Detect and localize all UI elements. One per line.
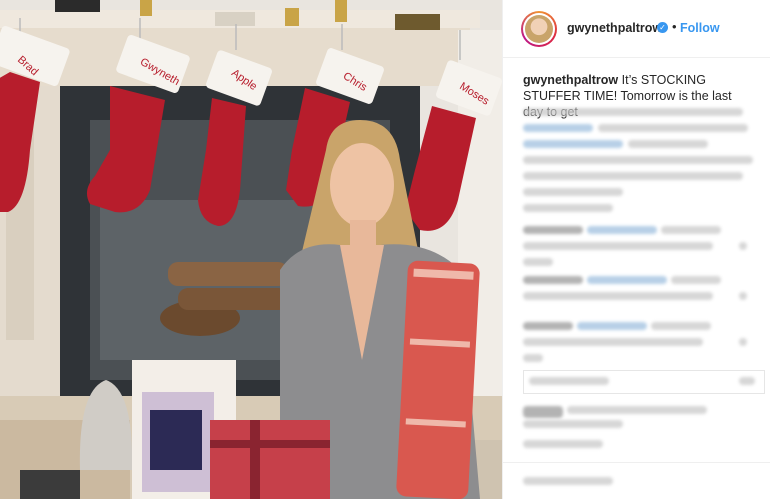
caption-username[interactable]: gwynethpaltrow (523, 73, 618, 87)
follow-button[interactable]: Follow (680, 21, 720, 35)
header-separator: • (672, 19, 677, 34)
photo-illustration (0, 0, 502, 499)
post-side-panel: gwynethpaltrow ✓ • Follow gwynethpaltrow… (502, 0, 770, 499)
post-photo: Brad Gwyneth Apple Chris Moses (0, 0, 502, 499)
post-header: gwynethpaltrow ✓ • Follow (503, 0, 770, 58)
username-link[interactable]: gwynethpaltrow (567, 21, 662, 35)
verified-badge-icon: ✓ (657, 22, 668, 33)
comment-input-area[interactable] (503, 462, 770, 500)
avatar[interactable] (521, 11, 557, 47)
